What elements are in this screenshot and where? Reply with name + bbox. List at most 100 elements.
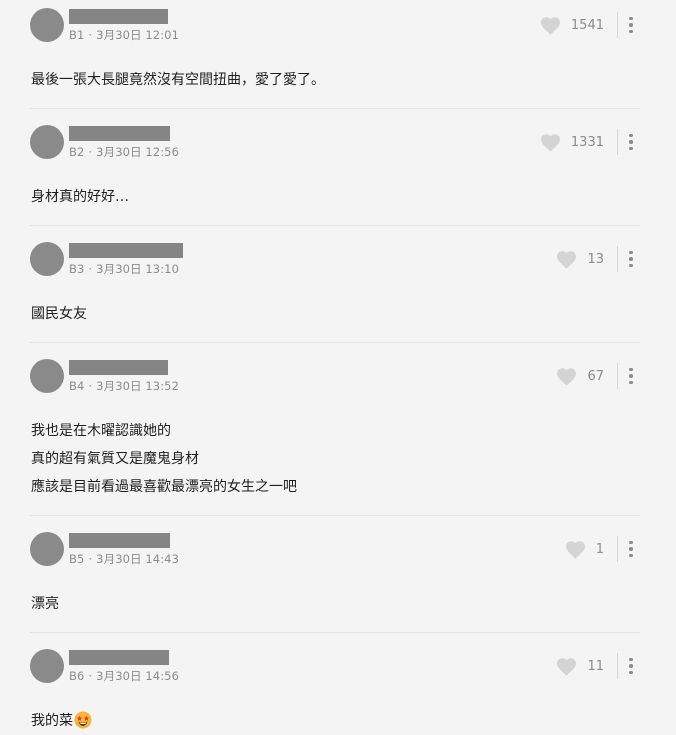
comment-body: 身材真的好好… bbox=[31, 183, 129, 211]
redacted-username[interactable] bbox=[69, 360, 168, 375]
more-vertical-icon bbox=[629, 16, 633, 21]
like-count: 1 bbox=[595, 541, 604, 557]
comment-text: 漂亮 bbox=[31, 596, 59, 612]
redacted-username[interactable] bbox=[69, 9, 168, 24]
post-date: 3月30日 14:43 bbox=[96, 552, 180, 566]
more-options-button[interactable] bbox=[622, 129, 640, 155]
comment-feed: B1 · 3月30日 12:01 1541 最後一張大長腿竟然沒有空間扭曲，愛了愛了… bbox=[0, 0, 676, 734]
comment-actions: 67 bbox=[556, 359, 640, 393]
like-count: 67 bbox=[587, 368, 604, 384]
heart-icon bbox=[557, 367, 577, 386]
comment-meta: B1 · 3月30日 12:01 bbox=[69, 28, 180, 42]
more-options-button[interactable] bbox=[622, 536, 640, 562]
floor-label: B3 bbox=[69, 262, 85, 276]
comment-divider bbox=[30, 342, 640, 343]
comment-divider bbox=[30, 108, 640, 109]
comment-meta: B4 · 3月30日 13:52 bbox=[69, 379, 180, 393]
more-vertical-icon bbox=[629, 367, 633, 372]
action-divider bbox=[617, 12, 618, 38]
like-button[interactable]: 11 bbox=[556, 657, 604, 676]
action-divider bbox=[617, 536, 618, 562]
comment-text-line: 真的超有氣質又是魔鬼身材 bbox=[31, 451, 199, 467]
post-date: 3月30日 14:56 bbox=[96, 669, 180, 683]
comment-meta: B5 · 3月30日 14:43 bbox=[69, 552, 180, 566]
comment-body: 我的菜 bbox=[31, 707, 92, 735]
comment-divider bbox=[30, 225, 640, 226]
more-options-button[interactable] bbox=[622, 363, 640, 389]
like-count: 13 bbox=[587, 251, 604, 267]
post-date: 3月30日 13:10 bbox=[96, 262, 180, 276]
comment-body: 我也是在木曜認識她的 真的超有氣質又是魔鬼身材 應該是目前看過最喜歡最漂亮的女生… bbox=[31, 417, 297, 501]
comment-meta: B3 · 3月30日 13:10 bbox=[69, 262, 180, 276]
floor-label: B1 bbox=[69, 28, 85, 42]
avatar[interactable] bbox=[30, 242, 64, 276]
comment-actions: 11 bbox=[556, 649, 640, 683]
more-options-button[interactable] bbox=[622, 653, 640, 679]
like-button[interactable]: 1331 bbox=[540, 133, 604, 152]
star-struck-emoji-icon bbox=[74, 711, 92, 729]
avatar[interactable] bbox=[30, 649, 64, 683]
comment-actions: 13 bbox=[556, 242, 640, 276]
redacted-username[interactable] bbox=[69, 126, 170, 141]
comment-divider bbox=[30, 632, 640, 633]
redacted-username[interactable] bbox=[69, 533, 170, 548]
comment-item: B1 · 3月30日 12:01 1541 最後一張大長腿竟然沒有空間扭曲，愛了愛了… bbox=[30, 8, 640, 98]
comment-actions: 1541 bbox=[540, 8, 640, 42]
like-count: 1541 bbox=[570, 17, 604, 33]
comment-item: B3 · 3月30日 13:10 13 國民女友 bbox=[30, 242, 640, 332]
comment-text: 最後一張大長腿竟然沒有空間扭曲，愛了愛了。 bbox=[31, 72, 325, 88]
post-date: 3月30日 13:52 bbox=[96, 379, 180, 393]
post-date: 3月30日 12:01 bbox=[96, 28, 180, 42]
comment-text: 身材真的好好… bbox=[31, 189, 129, 205]
comment-body: 國民女友 bbox=[31, 300, 87, 328]
heart-icon bbox=[557, 657, 577, 676]
redacted-username[interactable] bbox=[69, 243, 183, 258]
like-button[interactable]: 13 bbox=[556, 250, 604, 269]
heart-icon bbox=[540, 16, 560, 35]
comment-meta: B6 · 3月30日 14:56 bbox=[69, 669, 180, 683]
comment-text-line: 應該是目前看過最喜歡最漂亮的女生之一吧 bbox=[31, 479, 297, 495]
more-vertical-icon bbox=[629, 540, 633, 545]
post-date: 3月30日 12:56 bbox=[96, 145, 180, 159]
comment-actions: 1331 bbox=[540, 125, 640, 159]
heart-icon bbox=[540, 133, 560, 152]
floor-label: B5 bbox=[69, 552, 85, 566]
comment-divider bbox=[30, 515, 640, 516]
heart-icon bbox=[565, 540, 585, 559]
more-vertical-icon bbox=[629, 657, 633, 662]
like-button[interactable]: 67 bbox=[556, 367, 604, 386]
like-button[interactable]: 1541 bbox=[540, 16, 604, 35]
like-count: 1331 bbox=[570, 134, 604, 150]
redacted-username[interactable] bbox=[69, 650, 169, 665]
comment-item: B5 · 3月30日 14:43 1 漂亮 bbox=[30, 532, 640, 622]
avatar[interactable] bbox=[30, 359, 64, 393]
more-vertical-icon bbox=[629, 133, 633, 138]
comment-body: 漂亮 bbox=[31, 590, 59, 618]
floor-label: B6 bbox=[69, 669, 85, 683]
more-vertical-icon bbox=[629, 250, 633, 255]
comment-item: B6 · 3月30日 14:56 11 我的菜 bbox=[30, 649, 640, 734]
comment-text: 我的菜 bbox=[31, 713, 73, 729]
avatar[interactable] bbox=[30, 8, 64, 42]
comment-body: 最後一張大長腿竟然沒有空間扭曲，愛了愛了。 bbox=[31, 66, 325, 94]
floor-label: B2 bbox=[69, 145, 85, 159]
more-options-button[interactable] bbox=[622, 246, 640, 272]
action-divider bbox=[617, 246, 618, 272]
comment-actions: 1 bbox=[565, 532, 640, 566]
comment-text-line: 我也是在木曜認識她的 bbox=[31, 423, 171, 439]
like-count: 11 bbox=[587, 658, 604, 674]
comment-text: 國民女友 bbox=[31, 306, 87, 322]
comment-text-line: 我的菜 bbox=[31, 707, 92, 735]
avatar[interactable] bbox=[30, 125, 64, 159]
action-divider bbox=[617, 129, 618, 155]
avatar[interactable] bbox=[30, 532, 64, 566]
more-options-button[interactable] bbox=[622, 12, 640, 38]
comment-item: B2 · 3月30日 12:56 1331 身材真的好好… bbox=[30, 125, 640, 215]
action-divider bbox=[617, 363, 618, 389]
heart-icon bbox=[557, 250, 577, 269]
comment-meta: B2 · 3月30日 12:56 bbox=[69, 145, 180, 159]
comment-item: B4 · 3月30日 13:52 67 我也是在木曜認識她的 真的超有氣質又是魔鬼身… bbox=[30, 359, 640, 505]
floor-label: B4 bbox=[69, 379, 85, 393]
action-divider bbox=[617, 653, 618, 679]
like-button[interactable]: 1 bbox=[565, 540, 604, 559]
